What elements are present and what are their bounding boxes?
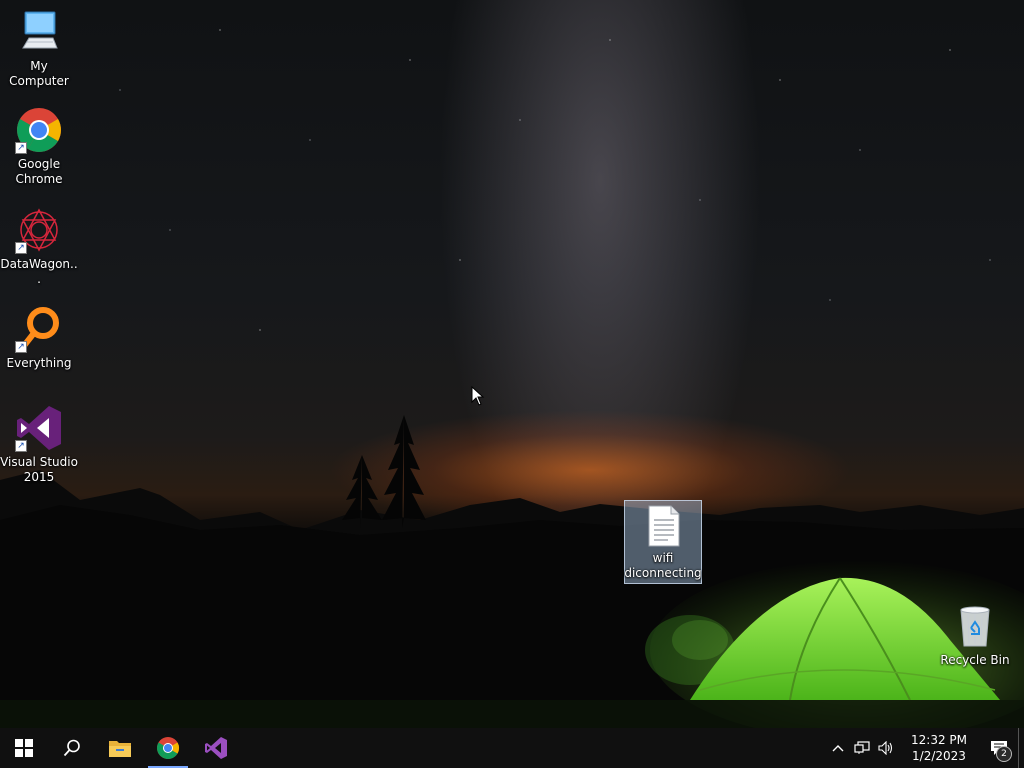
desktop-icon-label: Google Chrome xyxy=(15,157,63,186)
shortcut-arrow-icon: ↗ xyxy=(15,242,27,254)
desktop-icon-label: wifi diconnecting xyxy=(624,551,702,580)
folder-icon xyxy=(109,741,131,757)
desktop-icon-recycle-bin[interactable]: Recycle Bin xyxy=(936,602,1014,668)
desktop[interactable]: My Computer ↗ Google Chrome ↗ DataWagon.… xyxy=(0,0,1024,728)
desktop-icon-label: Recycle Bin xyxy=(940,653,1010,667)
chrome-icon: ↗ xyxy=(15,106,63,154)
shortcut-arrow-icon: ↗ xyxy=(15,440,27,452)
desktop-icon-label: Everything xyxy=(6,356,72,370)
system-tray: 12:32 PM 1/2/2023 2 xyxy=(826,728,1024,768)
action-center-button[interactable]: 2 xyxy=(980,728,1018,768)
show-hidden-icons-button[interactable] xyxy=(826,728,850,768)
visual-studio-icon xyxy=(205,737,227,759)
search-button[interactable] xyxy=(48,728,96,768)
everything-search-icon: ↗ xyxy=(15,305,63,353)
taskbar-file-explorer-button[interactable] xyxy=(96,728,144,768)
computer-icon xyxy=(15,8,63,56)
chevron-up-icon xyxy=(832,745,844,752)
mouse-cursor-icon xyxy=(471,386,485,406)
clock-time: 12:32 PM xyxy=(911,733,967,747)
chrome-icon xyxy=(157,737,179,759)
windows-start-icon xyxy=(15,739,33,757)
start-button[interactable] xyxy=(0,728,48,768)
taskbar-visual-studio-button[interactable] xyxy=(192,728,240,768)
taskbar-chrome-button[interactable] xyxy=(144,728,192,768)
desktop-icon-datawagon[interactable]: ↗ DataWagon... xyxy=(0,206,78,287)
desktop-icon-my-computer[interactable]: My Computer xyxy=(0,8,78,89)
desktop-icon-label: DataWagon... xyxy=(0,257,78,286)
desktop-icon-label: My Computer xyxy=(9,59,69,88)
shortcut-arrow-icon: ↗ xyxy=(15,142,27,154)
desktop-icon-everything[interactable]: ↗ Everything xyxy=(0,305,78,371)
network-icon xyxy=(854,741,870,754)
show-desktop-button[interactable] xyxy=(1018,728,1024,768)
shortcut-arrow-icon: ↗ xyxy=(15,341,27,353)
recycle-bin-icon xyxy=(951,602,999,650)
clock[interactable]: 12:32 PM 1/2/2023 xyxy=(904,732,974,764)
clock-date: 1/2/2023 xyxy=(912,749,966,763)
taskbar: 12:32 PM 1/2/2023 2 xyxy=(0,728,1024,768)
search-icon xyxy=(63,739,80,757)
desktop-icon-visual-studio[interactable]: ↗ Visual Studio 2015 xyxy=(0,404,78,485)
desktop-icon-label: Visual Studio 2015 xyxy=(0,455,78,484)
datawagon-icon: ↗ xyxy=(15,206,63,254)
speaker-icon xyxy=(878,741,893,755)
volume-button[interactable] xyxy=(874,728,898,768)
desktop-icon-wifi-diconnecting[interactable]: wifi diconnecting xyxy=(624,500,702,584)
network-button[interactable] xyxy=(850,728,874,768)
visual-studio-icon: ↗ xyxy=(15,404,63,452)
notification-count-badge: 2 xyxy=(996,746,1012,762)
desktop-icon-google-chrome[interactable]: ↗ Google Chrome xyxy=(0,106,78,187)
wallpaper-landscape xyxy=(0,415,1024,728)
text-document-icon xyxy=(643,504,683,548)
